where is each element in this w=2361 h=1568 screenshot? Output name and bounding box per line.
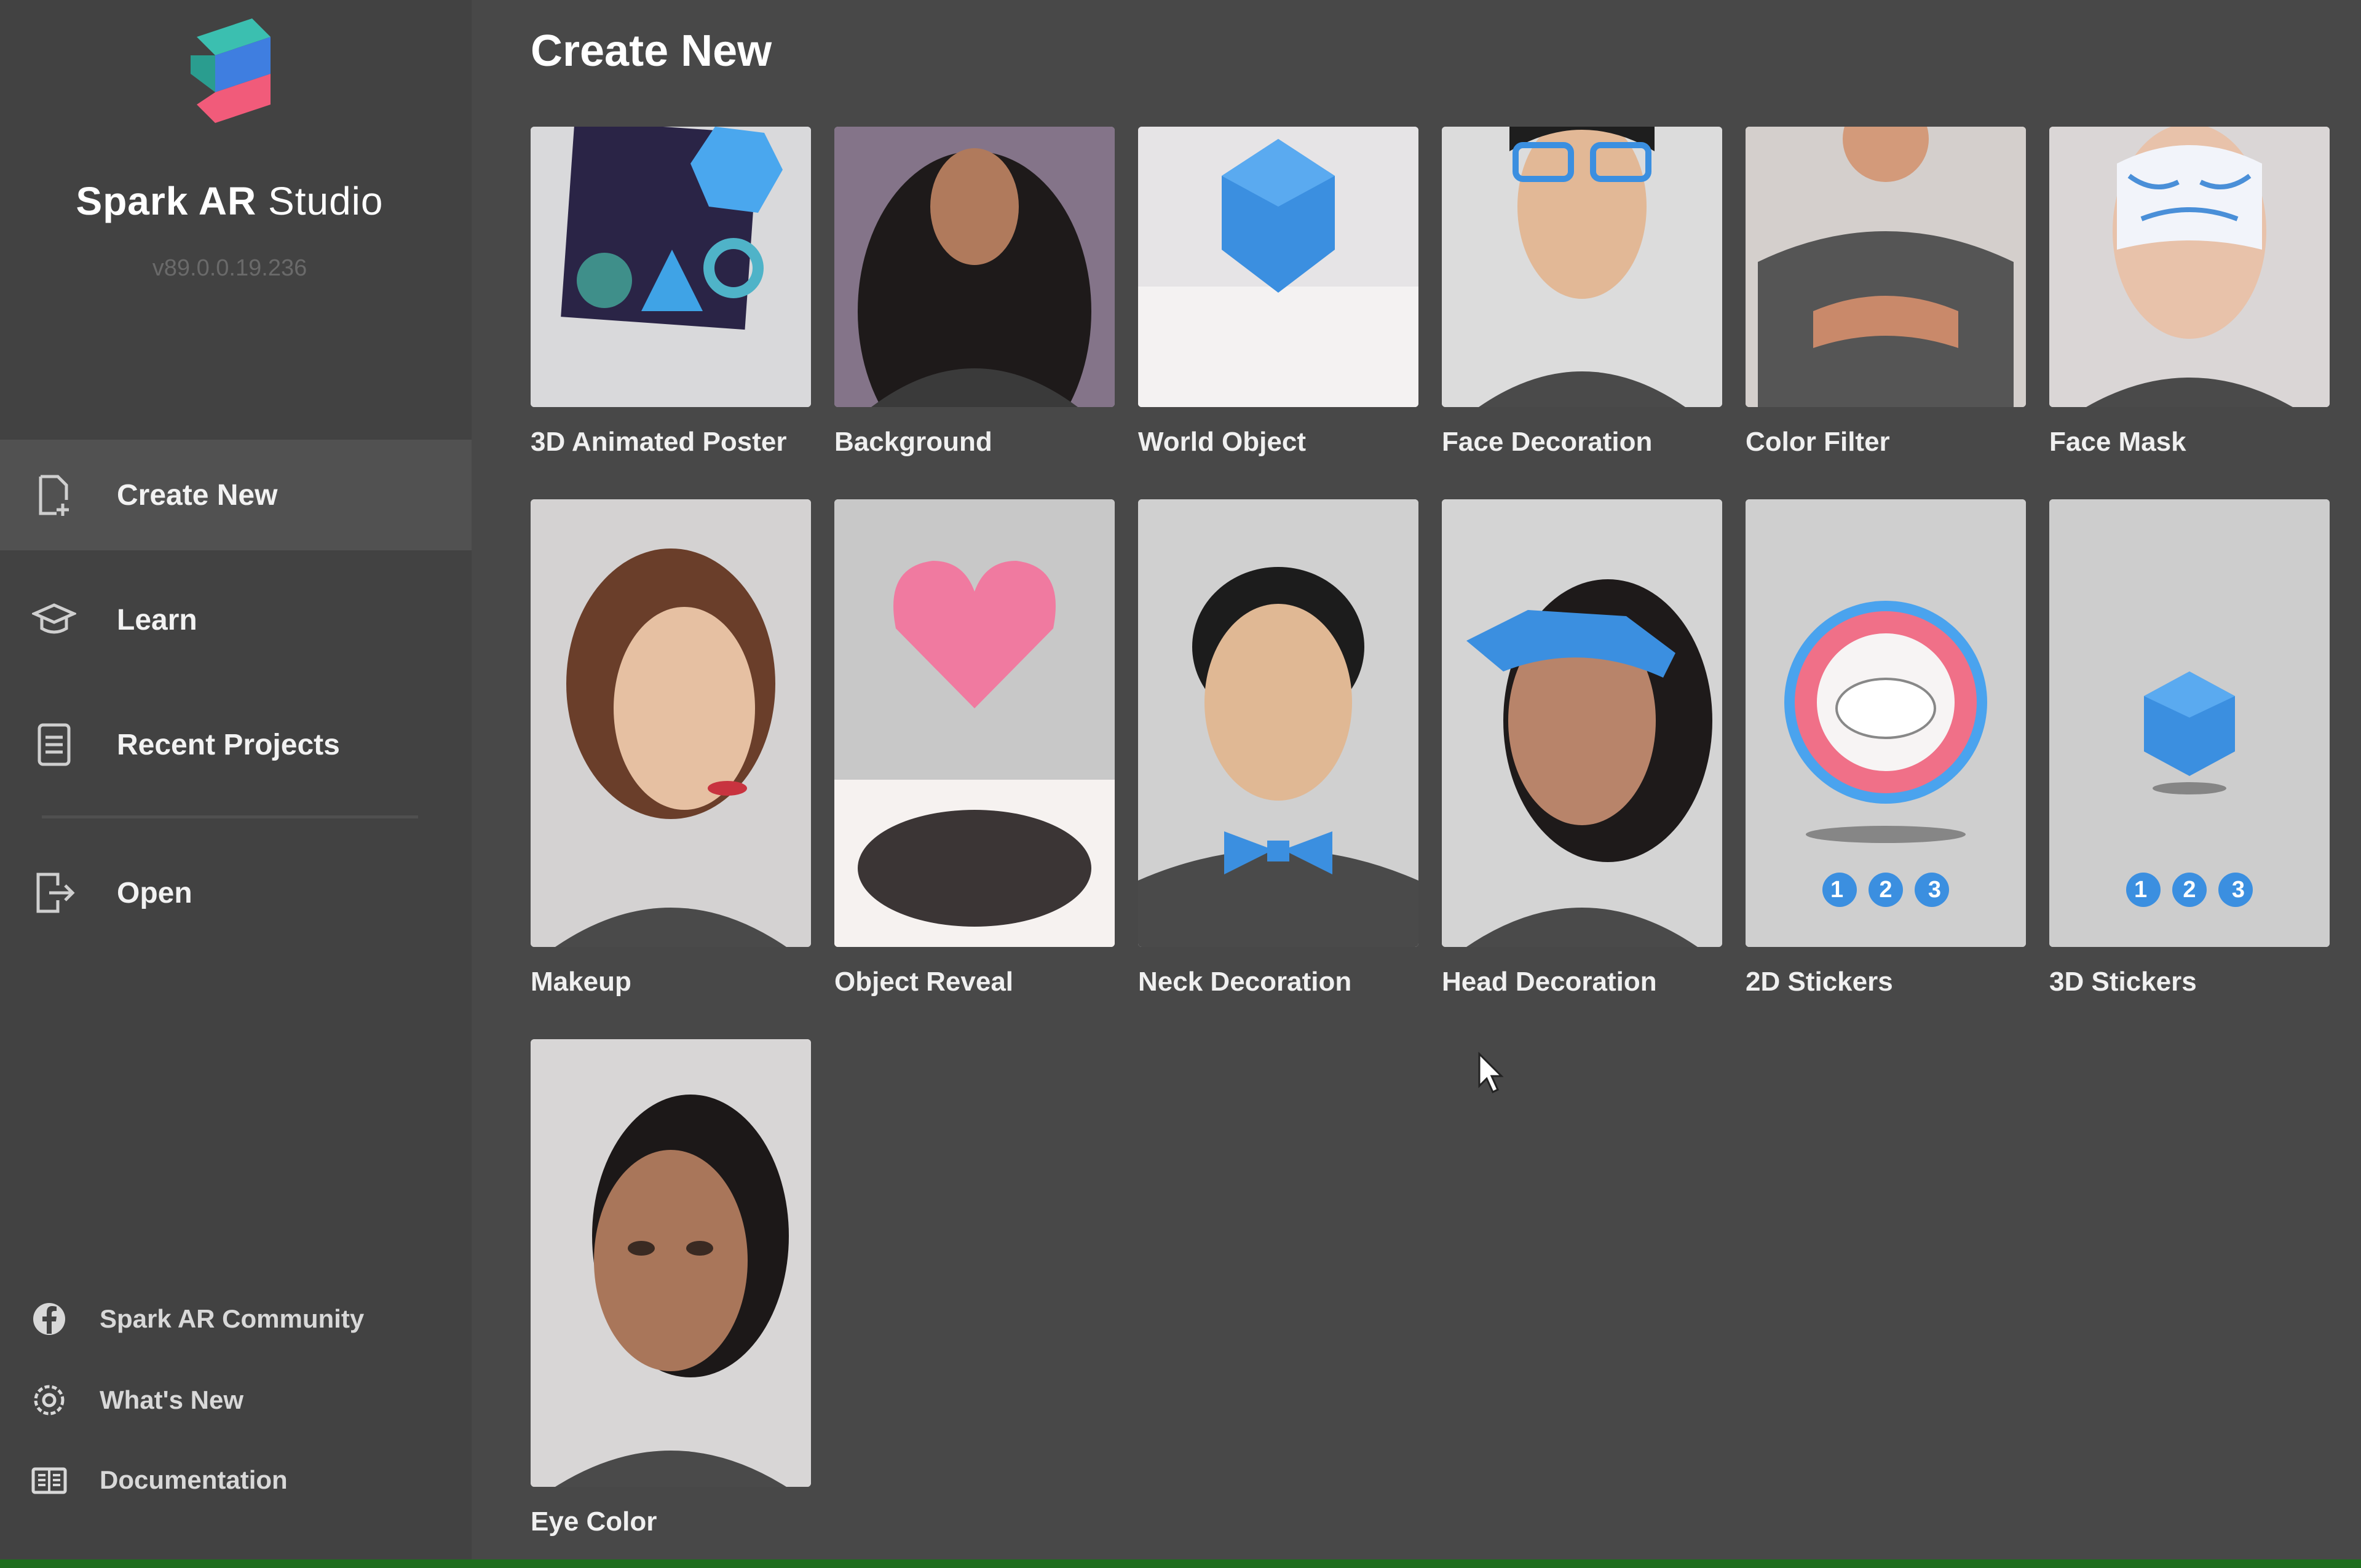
template-thumbnail [531,499,811,947]
template-thumbnail [2049,127,2330,407]
template-thumbnail: 1 2 3 [1746,499,2026,947]
template-label: Background [834,427,992,457]
template-eye-color[interactable]: Eye Color [531,1039,811,1537]
poster-illustration [531,127,811,407]
book-icon [31,1467,67,1494]
person-illustration [1442,127,1722,407]
template-label: Neck Decoration [1138,967,1352,997]
footer-label: Spark AR Community [100,1304,365,1333]
step-badge: 3 [2231,876,2245,903]
template-label: Face Decoration [1442,427,1653,457]
footer-label: What's New [100,1385,244,1414]
template-thumbnail [1442,127,1722,407]
template-label: Makeup [531,967,631,997]
template-label: 3D Stickers [2049,967,2197,997]
step-badge: 1 [2134,876,2148,903]
template-thumbnail [1138,127,1418,407]
app-name: Spark AR Studio [76,179,384,223]
step-badge: 3 [1928,876,1941,903]
template-3d-animated-poster[interactable]: 3D Animated Poster [531,127,811,457]
person-illustration [1746,127,2026,407]
mouse-cursor-icon [1478,1051,1504,1094]
spark-ar-logo [191,18,271,123]
template-neck-decoration[interactable]: Neck Decoration [1138,499,1418,997]
bottom-status-strip [0,1559,2361,1568]
nav-label: Create New [117,478,278,512]
footer-label: Documentation [100,1465,288,1494]
template-label: Head Decoration [1442,967,1657,997]
nav-label: Open [117,876,192,909]
nav-open[interactable]: Open [0,837,472,948]
graduation-cap-icon [32,603,76,634]
template-thumbnail [1138,499,1418,947]
nav-learn[interactable]: Learn [0,564,472,675]
template-label: Color Filter [1746,427,1890,457]
template-3d-stickers[interactable]: 1 2 3 3D Stickers [2049,499,2330,997]
person-illustration [2049,127,2330,407]
person-illustration [1442,499,1722,947]
template-thumbnail [834,499,1115,947]
template-label: Eye Color [531,1507,657,1537]
template-thumbnail [1746,127,2026,407]
person-illustration [834,127,1115,407]
world-object-illustration [1138,127,1418,407]
nav-create-new[interactable]: Create New [0,440,472,550]
gear-icon [34,1385,65,1416]
step-badge: 1 [1830,876,1844,903]
page-title: Create New [531,26,772,76]
template-thumbnail: 1 2 3 [2049,499,2330,947]
person-illustration [1138,499,1418,947]
template-thumbnail [531,1039,811,1487]
footer-documentation[interactable]: Documentation [0,1449,472,1511]
template-label: World Object [1138,427,1306,457]
template-label: 3D Animated Poster [531,427,787,457]
sidebar: Spark AR Studio v89.0.0.19.236 Create Ne… [0,0,472,1559]
footer-spark-ar-community[interactable]: Spark AR Community [0,1288,472,1350]
person-illustration [531,1039,811,1487]
template-label: Face Mask [2049,427,2186,457]
template-thumbnail [834,127,1115,407]
template-thumbnail [531,127,811,407]
template-label: 2D Stickers [1746,967,1893,997]
template-color-filter[interactable]: Color Filter [1746,127,2026,457]
nav-recent-projects[interactable]: Recent Projects [0,689,472,800]
step-badge-labels: 1 2 3 [1818,868,1953,911]
nav-label: Learn [117,603,197,636]
person-illustration [531,499,811,947]
nav-label: Recent Projects [117,728,340,761]
template-head-decoration[interactable]: Head Decoration [1442,499,1722,997]
template-world-object[interactable]: World Object [1138,127,1418,457]
step-badge: 2 [2183,876,2196,903]
template-2d-stickers[interactable]: 1 2 3 2D Stickers [1746,499,2026,997]
nav-divider [42,815,418,818]
app-version: v89.0.0.19.236 [152,255,307,281]
template-makeup[interactable]: Makeup [531,499,811,997]
new-file-icon [39,475,69,516]
template-face-decoration[interactable]: Face Decoration [1442,127,1722,457]
document-icon [38,723,71,766]
footer-whats-new[interactable]: What's New [0,1369,472,1431]
template-object-reveal[interactable]: Object Reveal [834,499,1115,997]
step-badge: 2 [1879,876,1892,903]
open-file-icon [36,873,75,913]
template-background[interactable]: Background [834,127,1115,457]
object-reveal-illustration [834,499,1115,947]
template-label: Object Reveal [834,967,1014,997]
template-thumbnail [1442,499,1722,947]
facebook-icon [33,1303,65,1335]
template-face-mask[interactable]: Face Mask [2049,127,2330,457]
step-badge-labels: 1 2 3 [2122,868,2257,911]
